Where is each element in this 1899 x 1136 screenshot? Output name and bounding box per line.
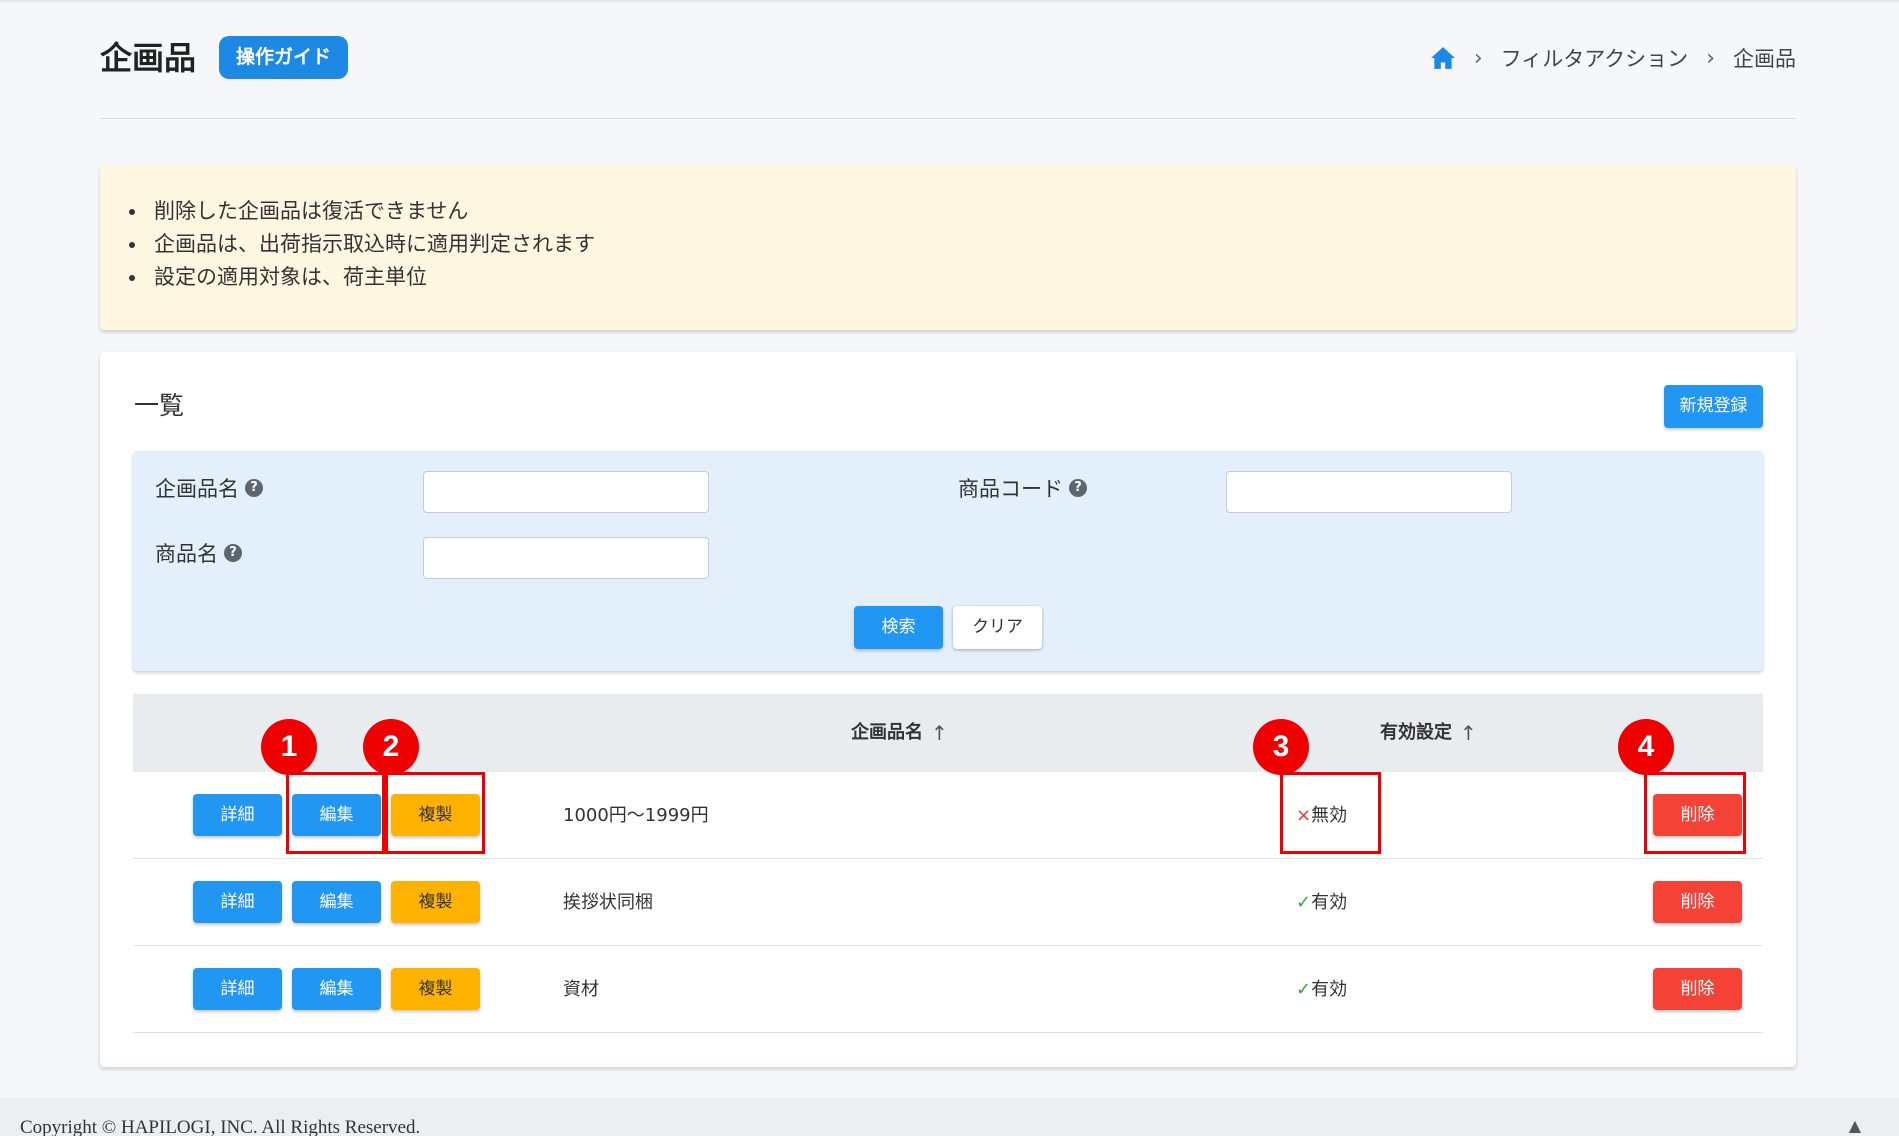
check-icon: ✓ [1296, 979, 1312, 1000]
campaign-name-cell: 1000円～1999円 [563, 805, 709, 826]
page-title: 企画品 [100, 39, 197, 77]
delete-button[interactable]: 削除 [1653, 881, 1742, 923]
detail-button[interactable]: 詳細 [193, 794, 282, 836]
notice-item: 設定の適用対象は、荷主単位 [148, 261, 1796, 294]
footer: Copyright © HAPILOGI, INC. All Rights Re… [0, 1098, 1899, 1136]
highlight-box-copy [385, 772, 485, 854]
field-label-campaign-name: 企画品名 ? [155, 473, 263, 503]
detail-button[interactable]: 詳細 [193, 881, 282, 923]
breadcrumb-current: 企画品 [1733, 47, 1796, 71]
copy-button[interactable]: 複製 [391, 968, 480, 1010]
status-cell: ✓有効 [1296, 859, 1347, 946]
field-label-text: 企画品名 [155, 477, 239, 501]
status-text: 有効 [1311, 892, 1348, 913]
list-card: 一覧 新規登録 企画品名 ? 商品コード ? 商品名 ? 検索 クリア 企画品名… [100, 352, 1796, 1067]
callout-badge: 2 [363, 719, 419, 775]
callout-badge: 4 [1618, 719, 1674, 775]
breadcrumb: › フィルタアクション › 企画品 [1430, 40, 1796, 76]
notice-item: 削除した企画品は復活できません [148, 195, 1796, 228]
chevron-right-icon: › [1706, 45, 1715, 71]
sort-arrow-icon: ↑ [1460, 721, 1477, 745]
highlight-box-edit [286, 772, 385, 854]
table-row: 詳細 編集 複製 挨拶状同梱 ✓有効 削除 [133, 859, 1763, 946]
copy-button[interactable]: 複製 [391, 881, 480, 923]
field-label-product-code: 商品コード ? [958, 473, 1087, 503]
header-divider [100, 118, 1796, 119]
notice-box: 削除した企画品は復活できません 企画品は、出荷指示取込時に適用判定されます 設定… [100, 165, 1796, 330]
help-icon[interactable]: ? [1069, 479, 1087, 497]
search-button[interactable]: 検索 [854, 606, 943, 649]
product-code-input[interactable] [1226, 471, 1512, 513]
check-icon: ✓ [1296, 892, 1312, 913]
campaign-name-cell: 挨拶状同梱 [563, 892, 653, 913]
clear-button[interactable]: クリア [953, 606, 1042, 649]
scroll-top-icon[interactable]: ▲ [1849, 1116, 1861, 1135]
status-cell: ✓有効 [1296, 946, 1347, 1033]
column-header-label: 企画品名 [851, 722, 923, 743]
highlight-box-status [1280, 772, 1381, 854]
callout-badge: 1 [261, 719, 317, 775]
edit-button[interactable]: 編集 [292, 881, 381, 923]
breadcrumb-filter-action[interactable]: フィルタアクション [1501, 43, 1689, 73]
edit-button[interactable]: 編集 [292, 968, 381, 1010]
field-label-text: 商品コード [958, 477, 1063, 501]
notice-item: 企画品は、出荷指示取込時に適用判定されます [148, 228, 1796, 261]
detail-button[interactable]: 詳細 [193, 968, 282, 1010]
product-name-input[interactable] [423, 537, 709, 579]
operation-guide-button[interactable]: 操作ガイド [219, 36, 349, 79]
callout-badge: 3 [1253, 719, 1309, 775]
table-row: 詳細 編集 複製 資材 ✓有効 削除 [133, 946, 1763, 1033]
column-header-campaign-name[interactable]: 企画品名 ↑ [851, 694, 948, 772]
field-label-product-name: 商品名 ? [155, 538, 242, 568]
campaign-name-cell: 資材 [563, 979, 599, 1000]
list-title: 一覧 [134, 391, 185, 420]
column-header-label: 有効設定 [1380, 722, 1452, 743]
page-header: 企画品 操作ガイド › フィルタアクション › 企画品 [100, 34, 1796, 90]
new-registration-button[interactable]: 新規登録 [1664, 385, 1763, 428]
help-icon[interactable]: ? [224, 544, 242, 562]
sort-arrow-icon: ↑ [931, 721, 948, 745]
help-icon[interactable]: ? [245, 479, 263, 497]
field-label-text: 商品名 [155, 542, 218, 566]
status-text: 有効 [1311, 979, 1348, 1000]
highlight-box-delete [1644, 772, 1746, 854]
chevron-right-icon: › [1473, 45, 1483, 71]
copyright-text: Copyright © HAPILOGI, INC. All Rights Re… [20, 1117, 421, 1136]
campaign-name-input[interactable] [423, 471, 709, 513]
delete-button[interactable]: 削除 [1653, 968, 1742, 1010]
search-panel: 企画品名 ? 商品コード ? 商品名 ? 検索 クリア [133, 451, 1763, 671]
column-header-active-setting[interactable]: 有効設定 ↑ [1380, 694, 1477, 772]
home-icon[interactable] [1430, 46, 1456, 70]
